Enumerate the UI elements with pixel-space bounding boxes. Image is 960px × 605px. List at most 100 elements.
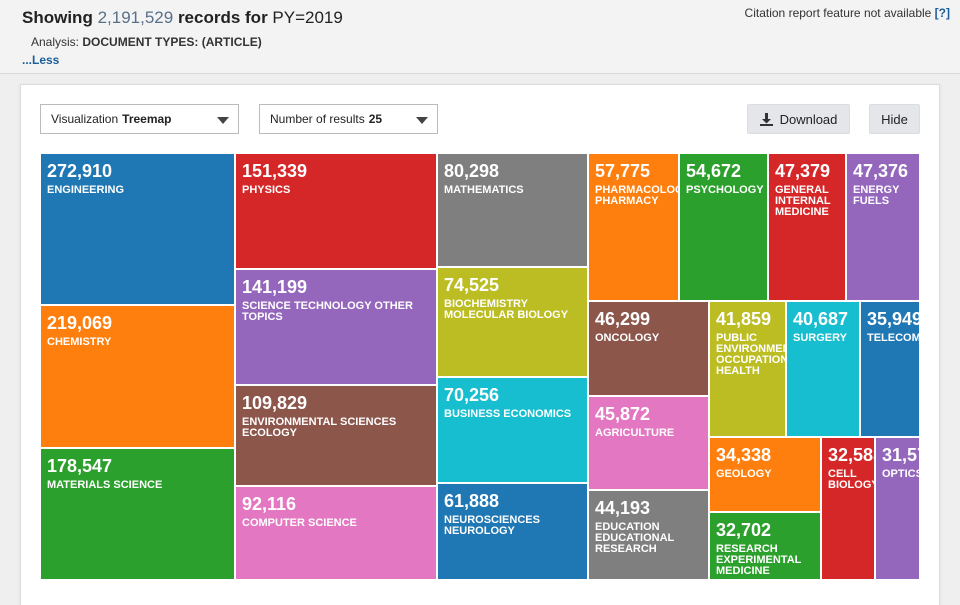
tile-label: SURGERY: [793, 332, 847, 344]
tile-value: 57,775: [595, 161, 651, 181]
download-label: Download: [779, 111, 838, 127]
tile-value: 219,069: [47, 313, 113, 333]
tile-value: 70,256: [444, 385, 500, 405]
tile-label: ENVIRONMENTAL SCIENCES ECOLOGY: [242, 416, 397, 439]
treemap-tile[interactable]: 92,116 COMPUTER SCIENCE: [235, 486, 437, 580]
tile-value: 92,116: [242, 494, 297, 514]
tile-value: 31,571: [882, 445, 919, 465]
tile-value: 47,379: [775, 161, 831, 181]
record-count: 2,191,529: [97, 8, 174, 27]
treemap-tile[interactable]: 61,888 NEUROSCIENCES NEUROLOGY: [437, 483, 588, 580]
chevron-down-icon: [416, 117, 428, 124]
analysis-value: DOCUMENT TYPES: (ARTICLE): [82, 35, 262, 49]
less-link[interactable]: ...Less: [22, 53, 59, 67]
treemap-tile[interactable]: 74,525 BIOCHEMISTRY MOLECULAR BIOLOGY: [437, 267, 588, 377]
chevron-down-icon: [217, 117, 229, 124]
tile-label: ENERGY FUELS: [853, 184, 900, 207]
tile-label: GENERAL INTERNAL MEDICINE: [775, 184, 831, 218]
tile-value: 141,199: [242, 277, 308, 297]
download-icon: [759, 112, 773, 126]
citation-help-link[interactable]: [?]: [935, 6, 950, 20]
treemap-tile[interactable]: 32,702 RESEARCH EXPERIMENTAL MEDICINE: [709, 512, 821, 580]
treemap-tile[interactable]: 54,672 PSYCHOLOGY: [679, 153, 768, 301]
results-label: Number of results: [270, 112, 365, 126]
tile-label: ONCOLOGY: [595, 332, 660, 344]
treemap-tile[interactable]: 109,829 ENVIRONMENTAL SCIENCES ECOLOGY: [235, 385, 437, 486]
tile-label: PUBLIC ENVIRONMENTAL OCCUPATIONAL HEALTH: [716, 332, 785, 377]
download-button[interactable]: Download: [747, 104, 850, 134]
tile-value: 40,687: [793, 309, 849, 329]
treemap-tile[interactable]: 32,583 CELL BIOLOGY: [821, 437, 875, 580]
treemap-chart: 272,910 ENGINEERING 219,069 CHEMISTRY 178,54…: [40, 153, 920, 580]
treemap-tile[interactable]: 178,547 MATERIALS SCIENCE: [40, 448, 235, 580]
treemap-tile[interactable]: 70,256 BUSINESS ECONOMICS: [437, 377, 588, 483]
treemap-tile[interactable]: 35,949 TELECOMMUNICATIONS: [860, 301, 920, 437]
tile-value: 41,859: [716, 309, 772, 329]
tile-label: NEUROSCIENCES NEUROLOGY: [444, 514, 540, 537]
treemap-tile[interactable]: 41,859 PUBLIC ENVIRONMENTAL OCCUPATIONAL …: [709, 301, 786, 437]
tile-value: 32,702: [716, 520, 772, 540]
tile-label: PHYSICS: [242, 184, 291, 196]
analysis-description: Analysis: DOCUMENT TYPES: (ARTICLE): [31, 35, 262, 49]
tile-label: PHARMACOLOGY PHARMACY: [595, 184, 678, 207]
visualization-label: Visualization: [51, 112, 119, 126]
tile-label: COMPUTER SCIENCE: [242, 517, 357, 529]
record-summary: Showing 2,191,529 records for PY=2019: [22, 8, 343, 28]
treemap-tile[interactable]: 45,872 AGRICULTURE: [588, 396, 709, 490]
treemap-tile[interactable]: 46,299 ONCOLOGY: [588, 301, 709, 396]
tile-value: 45,872: [595, 404, 651, 424]
treemap-tile[interactable]: 44,193 EDUCATION EDUCATIONAL RESEARCH: [588, 490, 709, 580]
tile-value: 44,193: [595, 498, 651, 518]
tile-value: 46,299: [595, 309, 651, 329]
treemap-tile[interactable]: 80,298 MATHEMATICS: [437, 153, 588, 267]
tile-label: AGRICULTURE: [595, 427, 675, 439]
tile-value: 35,949: [867, 309, 920, 329]
tile-value: 54,672: [686, 161, 742, 181]
tile-label: BIOCHEMISTRY MOLECULAR BIOLOGY: [444, 298, 569, 321]
tile-label: SCIENCE TECHNOLOGY OTHER TOPICS: [242, 300, 413, 323]
treemap-tile[interactable]: 40,687 SURGERY: [786, 301, 860, 437]
tile-label: GEOLOGY: [716, 468, 772, 480]
number-of-results-dropdown[interactable]: Number of results 25: [259, 104, 438, 134]
tile-label: TELECOMMUNICATIONS: [867, 332, 920, 344]
tile-label: MATHEMATICS: [444, 184, 524, 196]
treemap-tile[interactable]: 151,339 PHYSICS: [235, 153, 437, 269]
tile-value: 80,298: [444, 161, 500, 181]
tile-label: RESEARCH EXPERIMENTAL MEDICINE: [716, 543, 802, 577]
treemap-tile[interactable]: 57,775 PHARMACOLOGY PHARMACY: [588, 153, 679, 301]
tile-value: 47,376: [853, 161, 909, 181]
tile-value: 178,547: [47, 456, 113, 476]
search-query: PY=2019: [272, 8, 343, 27]
analysis-label: Analysis:: [31, 35, 80, 49]
tile-label: CELL BIOLOGY: [828, 468, 875, 491]
showing-prefix: Showing: [22, 8, 93, 27]
tile-value: 34,338: [716, 445, 772, 465]
treemap-tile[interactable]: 34,338 GEOLOGY: [709, 437, 821, 512]
hide-button[interactable]: Hide: [869, 104, 920, 134]
results-header: Showing 2,191,529 records for PY=2019 An…: [0, 0, 960, 74]
tile-value: 151,339: [242, 161, 308, 181]
citation-report-note: Citation report feature not available [?…: [745, 6, 950, 20]
results-value: 25: [368, 112, 383, 126]
records-for-text: records for: [177, 8, 268, 27]
tile-label: BUSINESS ECONOMICS: [444, 408, 572, 420]
visualization-value: Treemap: [122, 112, 172, 126]
treemap-tile[interactable]: 219,069 CHEMISTRY: [40, 305, 235, 448]
tile-value: 32,583: [828, 445, 874, 465]
tile-value: 61,888: [444, 491, 500, 511]
tile-value: 272,910: [47, 161, 113, 181]
treemap-tile[interactable]: 272,910 ENGINEERING: [40, 153, 235, 305]
treemap-tile[interactable]: 47,376 ENERGY FUELS: [846, 153, 920, 301]
hide-label: Hide: [881, 111, 908, 127]
tile-label: PSYCHOLOGY: [686, 184, 764, 196]
tile-label: MATERIALS SCIENCE: [47, 479, 163, 491]
tile-label: CHEMISTRY: [47, 336, 112, 348]
visualization-dropdown[interactable]: Visualization Treemap: [40, 104, 239, 134]
tile-value: 74,525: [444, 275, 500, 295]
treemap-tile[interactable]: 31,571 OPTICS: [875, 437, 920, 580]
treemap-tile[interactable]: 47,379 GENERAL INTERNAL MEDICINE: [768, 153, 846, 301]
citation-note-text: Citation report feature not available: [744, 6, 932, 20]
treemap-tile[interactable]: 141,199 SCIENCE TECHNOLOGY OTHER TOPICS: [235, 269, 437, 385]
tile-value: 109,829: [242, 393, 308, 413]
tile-label: EDUCATION EDUCATIONAL RESEARCH: [595, 521, 675, 555]
